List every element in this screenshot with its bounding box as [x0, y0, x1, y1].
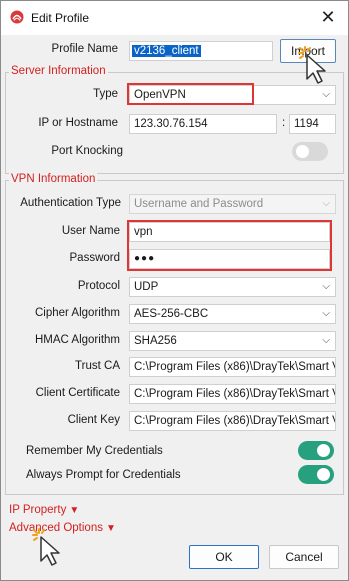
client-cert-label: Client Certificate [35, 387, 120, 399]
username-input[interactable]: vpn [129, 222, 330, 242]
trust-ca-label: Trust CA [75, 360, 120, 372]
toggle-knob [317, 468, 330, 481]
password-input[interactable]: ●●● [129, 249, 330, 269]
hmac-select[interactable]: SHA256 ⌵ [129, 331, 336, 351]
toggle-knob [296, 145, 309, 158]
toggle-knob [317, 444, 330, 457]
close-icon[interactable]: ✕ [318, 6, 338, 28]
auth-type-label: Authentication Type [20, 197, 121, 209]
ip-property-expander[interactable]: IP Property ▼ [9, 504, 79, 516]
username-label: User Name [61, 225, 120, 237]
profile-name-selected-text: v2136_client [132, 45, 201, 57]
mouse-cursor-icon [32, 528, 60, 566]
client-key-input[interactable]: C:\Program Files (x86)\DrayTek\Smart VP [129, 411, 336, 431]
ip-hostname-label: IP or Hostname [38, 117, 118, 129]
drayteck-logo-icon [10, 10, 24, 24]
type-label: Type [93, 88, 118, 100]
triangle-down-icon: ▼ [105, 523, 116, 534]
client-key-label: Client Key [67, 414, 120, 426]
port-separator: : [282, 117, 286, 129]
window-title: Edit Profile [31, 11, 90, 25]
vpn-information-title: VPN Information [9, 173, 98, 185]
remember-credentials-toggle[interactable] [298, 441, 334, 460]
mouse-cursor-icon [298, 46, 326, 84]
edit-profile-dialog: Edit Profile ✕ Profile Name v2136_client… [0, 0, 349, 581]
always-prompt-label: Always Prompt for Credentials [26, 469, 181, 481]
trust-ca-input[interactable]: C:\Program Files (x86)\DrayTek\Smart VP [129, 357, 336, 377]
title-bar: Edit Profile ✕ [1, 1, 348, 35]
password-label: Password [69, 252, 121, 264]
hmac-value: SHA256 [134, 335, 177, 347]
server-information-title: Server Information [9, 65, 108, 77]
ip-property-label: IP Property [9, 504, 67, 516]
chevron-down-icon: ⌵ [322, 281, 330, 292]
port-knocking-label: Port Knocking [51, 145, 123, 157]
port-knocking-toggle[interactable] [292, 142, 328, 161]
protocol-value: UDP [134, 281, 159, 293]
port-input[interactable]: 1194 [289, 114, 336, 134]
always-prompt-toggle[interactable] [298, 465, 334, 484]
type-select-value: OpenVPN [134, 89, 186, 101]
chevron-down-icon: ⌵ [322, 308, 330, 319]
chevron-down-icon: ⌵ [322, 198, 330, 209]
profile-name-label: Profile Name [51, 43, 118, 55]
chevron-down-icon: ⌵ [322, 335, 330, 346]
auth-type-value: Username and Password [134, 198, 264, 210]
triangle-down-icon: ▼ [69, 505, 80, 516]
client-cert-input[interactable]: C:\Program Files (x86)\DrayTek\Smart VP [129, 384, 336, 404]
remember-credentials-label: Remember My Credentials [26, 445, 163, 457]
ip-hostname-input[interactable]: 123.30.76.154 [129, 114, 277, 134]
cipher-select[interactable]: AES-256-CBC ⌵ [129, 304, 336, 324]
chevron-down-icon: ⌵ [322, 89, 330, 100]
protocol-label: Protocol [77, 280, 120, 292]
hmac-label: HMAC Algorithm [35, 334, 120, 346]
profile-name-input[interactable]: v2136_client [129, 41, 273, 61]
cancel-button[interactable]: Cancel [269, 545, 339, 569]
protocol-select[interactable]: UDP ⌵ [129, 277, 336, 297]
cipher-value: AES-256-CBC [134, 308, 209, 320]
type-select[interactable]: OpenVPN ⌵ [129, 85, 336, 105]
auth-type-select: Username and Password ⌵ [129, 194, 336, 214]
cipher-label: Cipher Algorithm [34, 307, 120, 319]
ok-button[interactable]: OK [189, 545, 259, 569]
